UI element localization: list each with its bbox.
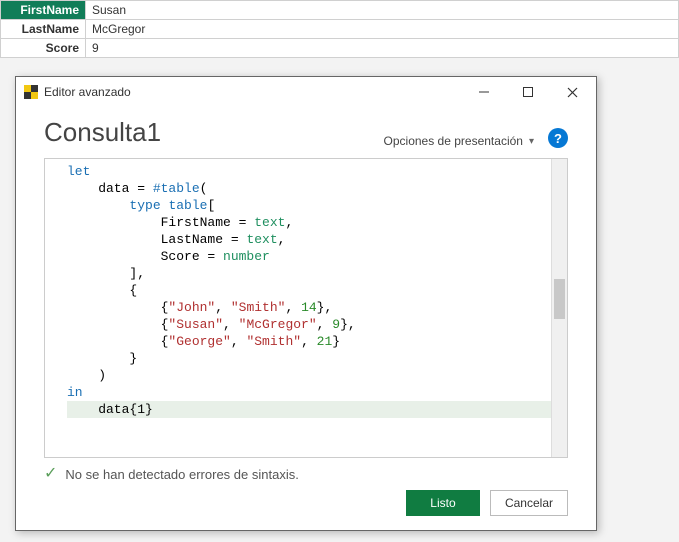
close-button[interactable] bbox=[550, 78, 594, 106]
done-button[interactable]: Listo bbox=[406, 490, 480, 516]
record-table: FirstName Susan LastName McGregor Score … bbox=[0, 0, 679, 58]
field-label: Score bbox=[1, 39, 86, 58]
minimize-button[interactable] bbox=[462, 78, 506, 106]
cancel-button[interactable]: Cancelar bbox=[490, 490, 568, 516]
check-icon: ✓ bbox=[44, 466, 57, 482]
field-value: 9 bbox=[86, 39, 679, 58]
titlebar: Editor avanzado bbox=[16, 77, 596, 107]
table-row: FirstName Susan bbox=[1, 1, 679, 20]
window-title: Editor avanzado bbox=[44, 85, 131, 99]
field-value: McGregor bbox=[86, 20, 679, 39]
table-row: LastName McGregor bbox=[1, 20, 679, 39]
powerbi-icon bbox=[24, 85, 38, 99]
advanced-editor-dialog: Editor avanzado Consulta1 Opciones de pr… bbox=[15, 76, 597, 531]
maximize-button[interactable] bbox=[506, 78, 550, 106]
scrollbar-thumb[interactable] bbox=[554, 279, 565, 319]
code-editor[interactable]: let data = #table( type table[ FirstName… bbox=[44, 158, 568, 458]
field-label: LastName bbox=[1, 20, 86, 39]
field-value: Susan bbox=[86, 1, 679, 20]
dialog-heading: Consulta1 bbox=[44, 117, 384, 148]
help-icon[interactable]: ? bbox=[548, 128, 568, 148]
syntax-status: ✓ No se han detectado errores de sintaxi… bbox=[44, 458, 568, 488]
scrollbar[interactable] bbox=[551, 159, 567, 457]
presentation-options-label: Opciones de presentación bbox=[384, 134, 523, 148]
status-text: No se han detectado errores de sintaxis. bbox=[65, 467, 298, 482]
presentation-options-dropdown[interactable]: Opciones de presentación ▾ bbox=[384, 134, 534, 148]
table-row: Score 9 bbox=[1, 39, 679, 58]
field-label: FirstName bbox=[1, 1, 86, 20]
chevron-down-icon: ▾ bbox=[529, 136, 534, 147]
